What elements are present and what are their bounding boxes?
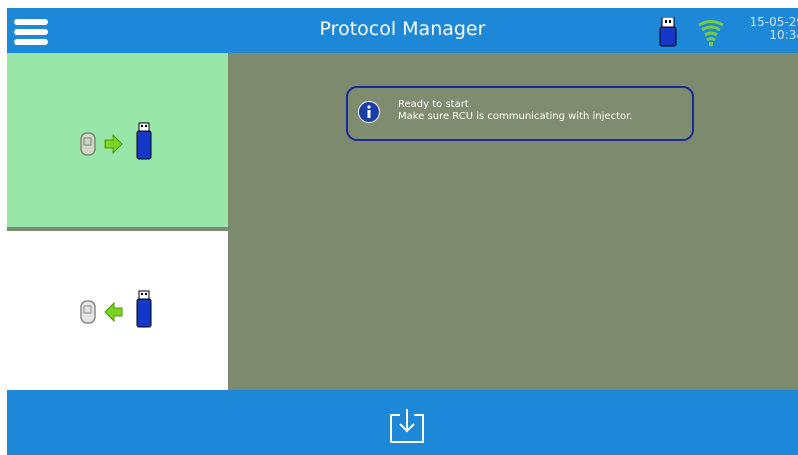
export-icons <box>80 122 152 160</box>
time-label: 10:34 <box>769 28 798 42</box>
status-line-1: Ready to start. <box>398 99 472 110</box>
status-message: Ready to start. Make sure RCU is communi… <box>346 86 694 141</box>
export-to-usb-tile[interactable] <box>7 53 228 231</box>
download-icon[interactable] <box>388 407 426 445</box>
info-icon <box>358 101 380 123</box>
import-icons <box>80 290 152 328</box>
datetime: 15-05-29 10:34 <box>744 16 798 42</box>
usb-drive-icon <box>136 122 152 160</box>
app-frame: Protocol Manager 15-05-29 10:34 <box>7 8 798 455</box>
footer-bar <box>7 390 798 455</box>
import-from-usb-tile[interactable] <box>7 231 228 390</box>
usb-drive-icon <box>659 17 677 47</box>
arrow-right-icon <box>104 133 123 155</box>
status-message-text: Ready to start. Make sure RCU is communi… <box>398 99 632 123</box>
remote-control-icon <box>80 132 96 156</box>
wifi-signal-icon <box>698 20 724 46</box>
arrow-left-icon <box>104 301 123 323</box>
header-bar: Protocol Manager 15-05-29 10:34 <box>7 8 798 53</box>
main-panel: Ready to start. Make sure RCU is communi… <box>228 53 798 390</box>
remote-control-icon <box>80 300 96 324</box>
mode-selector <box>7 53 228 390</box>
page-title: Protocol Manager <box>319 18 486 40</box>
status-line-2: Make sure RCU is communicating with inje… <box>398 111 633 122</box>
usb-drive-icon <box>136 290 152 328</box>
